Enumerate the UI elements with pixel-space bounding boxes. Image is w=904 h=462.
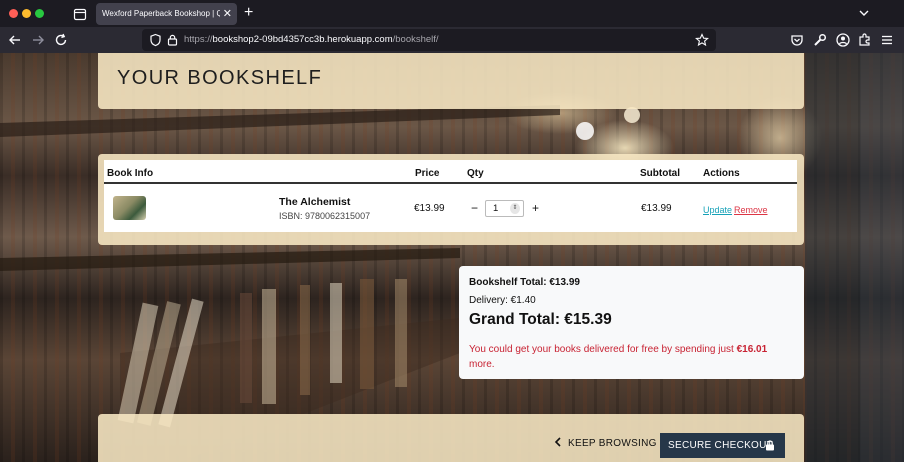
increment-qty-button[interactable]: + (532, 201, 539, 215)
bookshelf-table: Book Info Price Qty Subtotal Actions The… (104, 160, 797, 232)
bookshelf-total: Bookshelf Total: €13.99 (469, 277, 580, 288)
header-book-info: Book Info (107, 168, 154, 179)
book-title: The Alchemist (279, 196, 351, 208)
back-arrow-icon[interactable] (7, 32, 23, 48)
spinner-icon[interactable]: ⇕ (510, 203, 520, 214)
url-bar[interactable]: https://bookshop2-09bd4357cc3b.herokuapp… (142, 29, 716, 51)
grand-total: Grand Total: €15.39 (469, 311, 612, 328)
free-delivery-suffix: more. (469, 359, 495, 370)
update-link[interactable]: Update (703, 205, 732, 215)
url-host: bookshop2-09bd4357cc3b.herokuapp.com (212, 34, 393, 45)
book-isbn: ISBN: 9780062315007 (279, 211, 371, 221)
remove-link[interactable]: Remove (734, 205, 768, 215)
minimize-window-button[interactable] (22, 9, 31, 18)
reload-icon[interactable] (53, 32, 69, 48)
header-divider (104, 182, 797, 184)
page-title-card: YOUR BOOKSHELF (98, 53, 804, 109)
hamburger-menu-icon[interactable] (879, 32, 895, 48)
bookmark-star-icon[interactable] (695, 33, 709, 47)
new-tab-button[interactable]: + (244, 3, 253, 23)
delivery-cost: Delivery: €1.40 (469, 295, 536, 306)
page-viewport: YOUR BOOKSHELF Book Info Price Qty Subto… (0, 53, 904, 462)
quantity-input[interactable]: 1 ⇕ (485, 200, 524, 217)
bookshelf-background-image (0, 53, 904, 462)
pocket-icon[interactable] (789, 32, 805, 48)
secure-checkout-label: SECURE CHECKOUT (668, 440, 774, 451)
extensions-puzzle-icon[interactable] (857, 32, 873, 48)
decrement-qty-button[interactable]: − (471, 201, 478, 215)
url-path: /bookshelf/ (392, 34, 439, 45)
tab-list-icon[interactable] (72, 6, 88, 22)
tab-title: Wexford Paperback Bookshop | Qua (102, 9, 220, 18)
book-price: €13.99 (414, 203, 445, 214)
maximize-window-button[interactable] (35, 9, 44, 18)
row-subtotal: €13.99 (641, 203, 672, 214)
header-price: Price (415, 168, 440, 179)
close-window-button[interactable] (9, 9, 18, 18)
url-scheme: https:// (184, 34, 213, 45)
account-icon[interactable] (835, 32, 851, 48)
checkout-actions-card: KEEP BROWSING SECURE CHECKOUT (98, 414, 804, 462)
browser-navbar: https://bookshop2-09bd4357cc3b.herokuapp… (0, 27, 904, 53)
lock-icon[interactable] (167, 34, 178, 46)
free-delivery-amount: €16.01 (736, 344, 768, 355)
browser-tab-active[interactable]: Wexford Paperback Bookshop | Qua ✕ (96, 3, 237, 25)
header-actions: Actions (703, 168, 740, 179)
tab-close-icon[interactable]: ✕ (223, 3, 232, 25)
page-title: YOUR BOOKSHELF (117, 67, 323, 89)
quantity-value: 1 (493, 203, 499, 214)
chevron-left-icon (554, 437, 561, 447)
bookshelf-table-card: Book Info Price Qty Subtotal Actions The… (98, 154, 804, 245)
header-subtotal: Subtotal (640, 168, 680, 179)
url-text: https://bookshop2-09bd4357cc3b.herokuapp… (184, 29, 439, 51)
book-cover-thumbnail[interactable] (113, 196, 146, 220)
header-qty: Qty (467, 168, 484, 179)
totals-card: Bookshelf Total: €13.99 Delivery: €1.40 … (459, 266, 804, 379)
shield-icon[interactable] (149, 33, 162, 47)
keep-browsing-label: KEEP BROWSING (568, 438, 657, 449)
free-delivery-notice: You could get your books delivered for f… (469, 342, 794, 372)
browser-titlebar: Wexford Paperback Bookshop | Qua ✕ + (0, 0, 904, 27)
secure-checkout-button[interactable]: SECURE CHECKOUT (660, 433, 785, 458)
keep-browsing-button[interactable]: KEEP BROWSING (554, 437, 657, 449)
free-delivery-prefix: You could get your books delivered for f… (469, 344, 737, 355)
lock-icon (766, 440, 774, 451)
wrench-icon[interactable] (812, 32, 828, 48)
chevron-down-icon[interactable] (858, 6, 870, 20)
forward-arrow-icon[interactable] (30, 32, 46, 48)
